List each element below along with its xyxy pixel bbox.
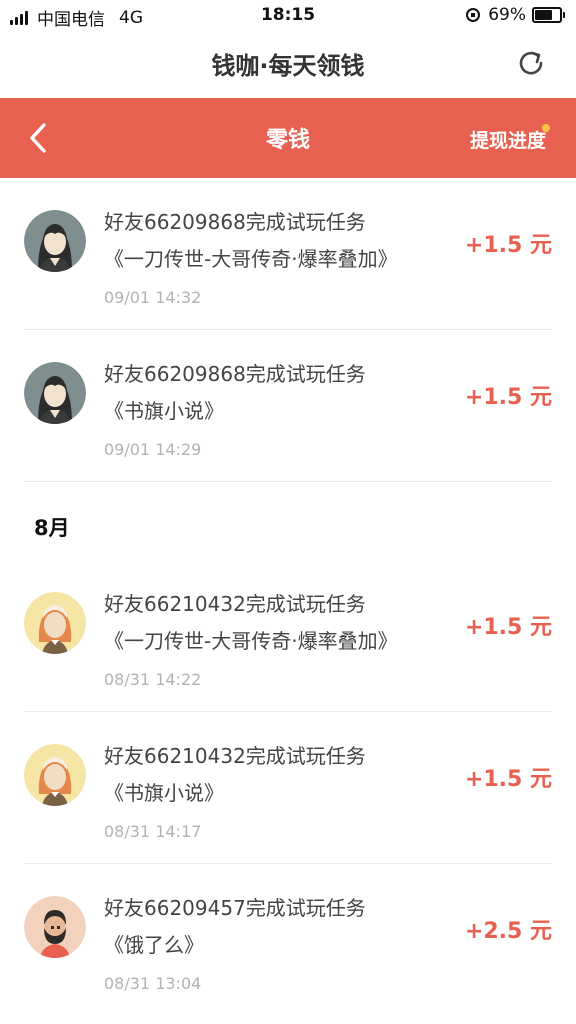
avatar	[24, 362, 86, 424]
transaction-amount: +1.5 元	[464, 767, 552, 792]
transaction-description: 好友66210432完成试玩任务《一刀传世-大哥传奇·爆率叠加》	[104, 592, 398, 653]
app-title: 钱咖·每天领钱	[211, 52, 365, 80]
transaction-description: 好友66209868完成试玩任务《一刀传世-大哥传奇·爆率叠加》	[104, 210, 398, 271]
app-title-bar: 钱咖·每天领钱	[0, 34, 576, 98]
list-item[interactable]: 好友66210432完成试玩任务《书旗小说》 08/31 14:17 +1.5 …	[24, 712, 552, 864]
transaction-amount: +2.5 元	[464, 919, 552, 944]
transaction-description: 好友66209868完成试玩任务《书旗小说》	[104, 362, 366, 423]
avatar	[24, 896, 86, 958]
list-item[interactable]: 好友66209457完成试玩任务《饿了么》 08/31 13:04 +2.5 元	[24, 864, 552, 1015]
transaction-description: 好友66210432完成试玩任务《书旗小说》	[104, 744, 366, 805]
battery-percent: 69%	[488, 5, 526, 25]
page-header: 零钱 提现进度	[0, 98, 576, 178]
list-item[interactable]: 好友66209868完成试玩任务《一刀传世-大哥传奇·爆率叠加》 09/01 1…	[24, 178, 552, 330]
transaction-time: 08/31 14:22	[104, 670, 202, 689]
list-item[interactable]: 好友66210432完成试玩任务《一刀传世-大哥传奇·爆率叠加》 08/31 1…	[24, 560, 552, 712]
month-header: 8月	[34, 516, 70, 540]
transaction-amount: +1.5 元	[464, 385, 552, 410]
withdraw-progress-link[interactable]: 提现进度	[470, 126, 546, 153]
list-item[interactable]: 好友66209868完成试玩任务《书旗小说》 09/01 14:29 +1.5 …	[24, 330, 552, 482]
battery-icon	[532, 7, 565, 23]
refresh-icon[interactable]	[516, 48, 546, 78]
rotation-lock-icon	[466, 8, 481, 22]
transaction-list: 好友66209868完成试玩任务《一刀传世-大哥传奇·爆率叠加》 09/01 1…	[0, 178, 576, 1015]
transaction-amount: +1.5 元	[464, 233, 552, 258]
transaction-time: 09/01 14:29	[104, 440, 202, 459]
transaction-time: 08/31 14:17	[104, 822, 202, 841]
avatar	[24, 210, 86, 272]
avatar	[24, 592, 86, 654]
transaction-time: 09/01 14:32	[104, 288, 202, 307]
transaction-time: 08/31 13:04	[104, 974, 202, 993]
status-bar: 中国电信 4G 18:15 69%	[0, 0, 576, 34]
transaction-amount: +1.5 元	[464, 615, 552, 640]
notification-dot	[542, 124, 550, 132]
transaction-description: 好友66209457完成试玩任务《饿了么》	[104, 896, 366, 957]
avatar	[24, 744, 86, 806]
